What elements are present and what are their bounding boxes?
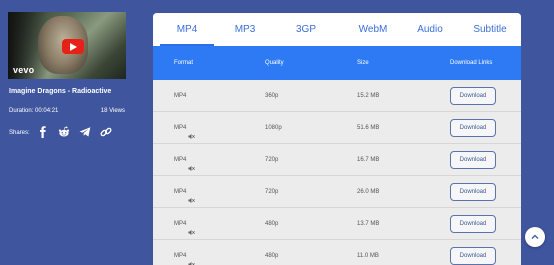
- muted-audio-icon: [188, 155, 196, 172]
- muted-audio-icon: [188, 219, 196, 236]
- format-text: MP4: [174, 189, 187, 195]
- scroll-to-top-button[interactable]: [525, 227, 545, 247]
- format-text: MP4: [174, 221, 187, 227]
- download-button[interactable]: Download: [450, 87, 496, 105]
- header-format: Format: [174, 60, 194, 66]
- header-size: Size: [357, 60, 369, 66]
- shares-label: Shares:: [9, 130, 30, 136]
- table-row: MP4 720p 26.0 MB Download: [153, 176, 521, 208]
- format-tabs: MP4 MP3 3GP WebM Audio Subtitle: [153, 13, 521, 46]
- header-download-links: Download Links: [450, 60, 493, 66]
- cell-quality: 1080p: [265, 125, 282, 131]
- cell-quality: 360p: [265, 93, 279, 99]
- cell-quality: 480p: [265, 221, 279, 227]
- muted-audio-icon: [188, 251, 196, 265]
- video-views: 18 Views: [100, 108, 125, 114]
- tab-audio[interactable]: Audio: [410, 13, 450, 46]
- cell-quality: 720p: [265, 157, 279, 163]
- table-header: Format Quality Size Download Links: [153, 46, 521, 80]
- cell-format: MP4: [174, 176, 196, 208]
- tab-webm[interactable]: WebM: [346, 13, 400, 46]
- play-icon[interactable]: [62, 39, 84, 54]
- cell-quality: 720p: [265, 189, 279, 195]
- telegram-icon[interactable]: [79, 126, 91, 138]
- format-text: MP4: [174, 125, 187, 131]
- cell-format: MP4: [174, 80, 186, 112]
- link-icon[interactable]: [100, 126, 112, 138]
- facebook-icon[interactable]: [37, 126, 49, 138]
- cell-size: 26.0 MB: [357, 189, 380, 195]
- tab-3gp[interactable]: 3GP: [283, 13, 329, 46]
- tab-mp3[interactable]: MP3: [223, 13, 267, 46]
- muted-audio-icon: [188, 123, 196, 140]
- cell-quality: 480p: [265, 253, 279, 259]
- chevron-up-icon: [531, 234, 539, 239]
- muted-audio-icon: [188, 187, 196, 204]
- video-thumbnail[interactable]: vevo: [8, 12, 126, 79]
- reddit-icon[interactable]: [58, 126, 70, 138]
- cell-size: 16.7 MB: [357, 157, 380, 163]
- format-text: MP4: [174, 157, 187, 163]
- format-text: MP4: [174, 253, 187, 259]
- cell-size: 11.0 MB: [357, 253, 379, 259]
- table-row: MP4 480p 13.7 MB Download: [153, 208, 521, 240]
- table-row: MP4 480p 11.0 MB Download: [153, 240, 521, 265]
- download-panel: MP4 MP3 3GP WebM Audio Subtitle Format Q…: [153, 13, 521, 265]
- video-title: Imagine Dragons - Radioactive: [9, 88, 112, 95]
- download-button[interactable]: Download: [450, 119, 496, 137]
- cell-size: 15.2 MB: [357, 93, 380, 99]
- video-duration: Duration: 00:04:21: [9, 108, 59, 114]
- cell-format: MP4: [174, 112, 196, 144]
- format-text: MP4: [174, 93, 187, 99]
- cell-format: MP4: [174, 240, 196, 265]
- download-button[interactable]: Download: [450, 247, 496, 265]
- download-button[interactable]: Download: [450, 183, 496, 201]
- cell-size: 51.6 MB: [357, 125, 380, 131]
- tab-mp4[interactable]: MP4: [160, 13, 214, 46]
- vevo-logo: vevo: [13, 65, 35, 75]
- tab-subtitle[interactable]: Subtitle: [468, 13, 512, 46]
- download-button[interactable]: Download: [450, 215, 496, 233]
- table-row: MP4 720p 16.7 MB Download: [153, 144, 521, 176]
- table-row: MP4 1080p 51.6 MB Download: [153, 112, 521, 144]
- cell-format: MP4: [174, 144, 196, 176]
- header-quality: Quality: [265, 60, 284, 66]
- table-row: MP4 360p 15.2 MB Download: [153, 80, 521, 112]
- cell-size: 13.7 MB: [357, 221, 380, 227]
- cell-format: MP4: [174, 208, 196, 240]
- download-button[interactable]: Download: [450, 151, 496, 169]
